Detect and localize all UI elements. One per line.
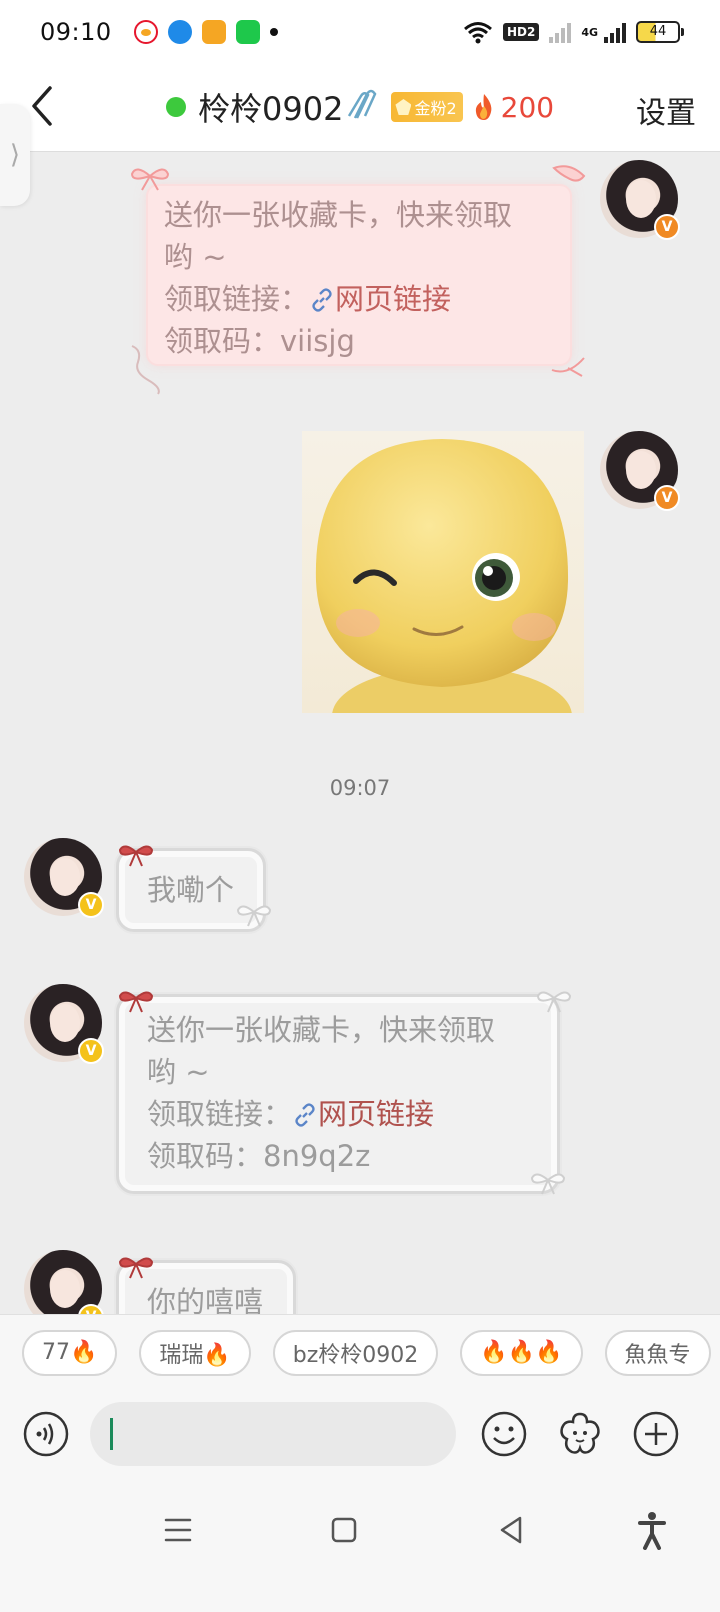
gem-icon <box>395 99 412 115</box>
status-bar: 09:10 HD2 4G 44 <box>0 0 720 64</box>
text-cursor <box>110 1418 113 1450</box>
my-avatar[interactable]: V <box>600 431 680 511</box>
voice-icon <box>23 1411 69 1457</box>
claim-code: viisjg <box>280 324 355 358</box>
notification-icons <box>133 20 278 44</box>
emoji-button[interactable] <box>480 1410 528 1458</box>
fan-level-badge: 金粉2 <box>391 92 463 122</box>
claim-code: 8n9q2z <box>263 1139 371 1173</box>
bow-decoration-icon <box>118 1257 154 1279</box>
home-nav-button[interactable] <box>324 1510 364 1550</box>
message-input-bar <box>0 1390 720 1482</box>
fan-badge-label: 金粉2 <box>414 99 457 118</box>
message-timestamp: 09:07 <box>329 776 391 800</box>
link-icon <box>295 1103 315 1127</box>
quick-reply-chip[interactable]: bz柃柃0902 <box>272 1329 439 1376</box>
plus-icon <box>633 1411 679 1457</box>
smiley-icon <box>481 1411 527 1457</box>
accessibility-icon <box>638 1512 666 1550</box>
flower-sticker-icon <box>560 1412 600 1454</box>
wifi-icon <box>463 22 492 44</box>
hd-icon: HD2 <box>502 23 540 41</box>
voice-input-button[interactable] <box>22 1410 70 1458</box>
back-nav-button[interactable] <box>492 1510 532 1550</box>
bow-decoration-icon <box>118 991 154 1013</box>
bow-decoration-icon <box>118 845 154 867</box>
signal-sim1-icon <box>549 21 572 43</box>
bow-decoration-icon <box>530 1173 566 1195</box>
winking-face-icon <box>315 439 572 713</box>
quick-reply-chip[interactable]: 🔥🔥🔥 <box>460 1329 583 1376</box>
side-drawer-handle[interactable]: ⟩ <box>0 104 30 206</box>
contact-avatar[interactable]: V <box>24 838 104 918</box>
verified-badge-icon: V <box>78 892 104 918</box>
quick-reply-chip[interactable]: 77🔥 <box>22 1329 118 1376</box>
chat-title-area[interactable]: 柃柃0902 金粉2 200 <box>166 84 554 130</box>
bow-decoration-icon <box>536 991 572 1013</box>
fire-count: 200 <box>500 90 555 124</box>
my-avatar[interactable]: V <box>600 160 680 240</box>
network-type: 4G <box>581 25 598 39</box>
signal-sim2-icon <box>604 21 626 43</box>
green-app-icon <box>235 20 260 44</box>
paperclip-icon <box>348 89 377 119</box>
sticker-button[interactable] <box>556 1410 604 1458</box>
online-status-dot <box>166 97 186 117</box>
winking-sticker-image[interactable] <box>302 431 584 713</box>
fire-icon <box>475 94 492 120</box>
verified-badge-icon: V <box>78 1038 104 1064</box>
quick-reply-chip[interactable]: 瑞瑞🔥 <box>139 1329 251 1376</box>
status-time: 09:10 <box>40 18 112 46</box>
battery-icon: 44 <box>636 21 684 43</box>
web-link[interactable]: 网页链接 <box>318 1097 434 1131</box>
chat-header: 柃柃0902 金粉2 200 设置 <box>0 64 720 152</box>
web-link[interactable]: 网页链接 <box>335 282 451 316</box>
menu-nav-button[interactable] <box>158 1510 198 1550</box>
ribbon-decoration-icon <box>552 165 586 182</box>
quick-reply-chip[interactable]: 魚魚专 <box>604 1329 711 1376</box>
menu-icon <box>164 1518 192 1542</box>
quick-reply-bar: 77🔥 瑞瑞🔥 bz柃柃0902 🔥🔥🔥 魚魚专 <box>0 1314 720 1390</box>
bow-decoration-icon <box>130 168 170 191</box>
contact-avatar[interactable]: V <box>24 984 104 1064</box>
book-app-icon <box>201 20 226 44</box>
chat-title: 柃柃0902 <box>198 90 344 128</box>
weibo-icon <box>133 20 158 44</box>
battery-level: 44 <box>649 24 667 39</box>
system-navigation-bar <box>0 1482 720 1612</box>
settings-button[interactable]: 设置 <box>636 88 696 132</box>
collection-card-message[interactable]: 送你一张收藏卡，快来领取 哟 ~ 领取链接： 网页链接 领取码：viisjg <box>148 186 570 364</box>
triangle-back-icon <box>500 1516 522 1544</box>
more-actions-button[interactable] <box>632 1410 680 1458</box>
message-input[interactable] <box>90 1402 456 1466</box>
collection-card-message[interactable]: 送你一张收藏卡，快来领取 哟 ~ 领取链接： 网页链接 领取码：8n9q2z <box>116 994 560 1194</box>
accessibility-button[interactable] <box>632 1510 672 1550</box>
verified-badge-icon: V <box>654 214 680 240</box>
ribbon-decoration-icon <box>131 345 160 395</box>
bow-decoration-icon <box>236 905 272 927</box>
more-notifications-icon <box>269 28 278 36</box>
square-icon <box>331 1517 357 1543</box>
link-icon <box>312 288 332 312</box>
verified-badge-icon: V <box>654 485 680 511</box>
qq-icon <box>167 20 192 44</box>
ribbon-decoration-icon <box>551 357 585 377</box>
